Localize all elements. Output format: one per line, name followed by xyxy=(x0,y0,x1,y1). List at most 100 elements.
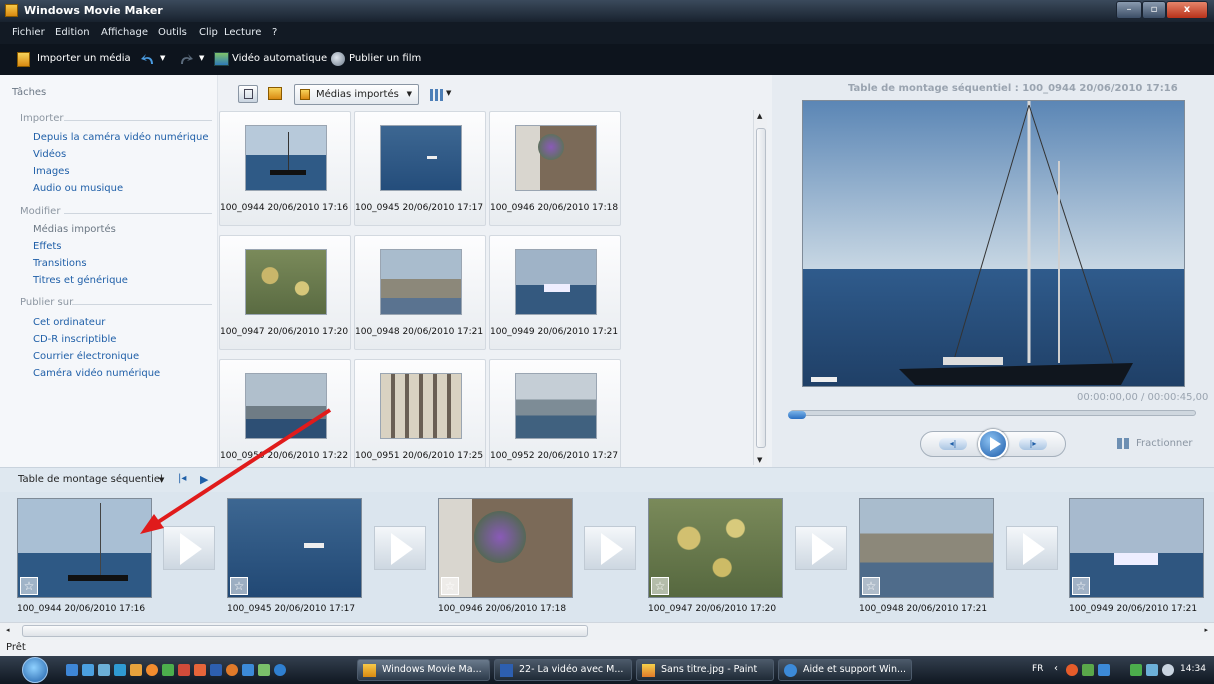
start-button[interactable] xyxy=(22,657,48,683)
redo-dropdown-icon[interactable]: ▼ xyxy=(199,54,204,62)
menu-clip[interactable]: Clip xyxy=(199,27,218,38)
scrollbar-thumb[interactable] xyxy=(22,625,588,637)
maximize-button[interactable]: ▫ xyxy=(1142,1,1166,19)
tray-icon[interactable] xyxy=(1130,664,1142,676)
tray-icon[interactable] xyxy=(1098,664,1110,676)
clock[interactable]: 14:34 xyxy=(1180,664,1206,674)
network-icon[interactable] xyxy=(1146,664,1158,676)
media-tile[interactable]: 100_0946 20/06/2010 17:18 xyxy=(489,111,621,226)
undo-dropdown-icon[interactable]: ▼ xyxy=(160,54,165,62)
quicklaunch-icon[interactable] xyxy=(82,664,94,676)
transition-slot[interactable] xyxy=(1006,526,1058,570)
link-import-camera[interactable]: Depuis la caméra vidéo numérique xyxy=(33,132,209,143)
link-dv-camera[interactable]: Caméra vidéo numérique xyxy=(33,368,160,379)
media-tile[interactable]: 100_0952 20/06/2010 17:27 xyxy=(489,359,621,474)
quicklaunch-icon[interactable] xyxy=(258,664,270,676)
transition-arrow-icon xyxy=(1023,533,1045,565)
transition-slot[interactable] xyxy=(374,526,426,570)
menu-lecture[interactable]: Lecture xyxy=(224,27,261,38)
previous-frame-button[interactable]: ◂| xyxy=(939,438,967,450)
tray-expand-icon[interactable]: ‹ xyxy=(1054,663,1058,674)
link-import-audio[interactable]: Audio ou musique xyxy=(33,183,123,194)
play-button[interactable] xyxy=(978,429,1008,459)
quicklaunch-icon[interactable] xyxy=(66,664,78,676)
tasks-toggle-button[interactable] xyxy=(238,85,258,103)
view-dropdown-icon[interactable]: ▼ xyxy=(446,89,451,97)
taskbar-item-help[interactable]: Aide et support Win... xyxy=(778,659,912,681)
collection-scrollbar[interactable]: ▲ ▼ xyxy=(753,110,767,465)
quicklaunch-icon[interactable] xyxy=(146,664,158,676)
redo-icon[interactable] xyxy=(178,52,194,66)
preview-monitor xyxy=(802,100,1185,387)
split-button[interactable]: Fractionner xyxy=(1136,438,1193,449)
media-tile[interactable]: 100_0947 20/06/2010 17:20 xyxy=(219,235,351,350)
link-imported-media[interactable]: Médias importés xyxy=(33,224,116,235)
quicklaunch-icon[interactable] xyxy=(226,664,238,676)
link-effects[interactable]: Effets xyxy=(33,241,62,252)
storyboard-clip[interactable]: ☆ xyxy=(438,498,573,598)
menu-affichage[interactable]: Affichage xyxy=(101,27,148,38)
quicklaunch-icon[interactable] xyxy=(274,664,286,676)
minimize-button[interactable]: – xyxy=(1116,1,1142,19)
quicklaunch-icon[interactable] xyxy=(210,664,222,676)
undo-icon[interactable] xyxy=(140,52,156,66)
timecode: 00:00:00,00 / 00:00:45,00 xyxy=(1077,392,1209,403)
quicklaunch-icon[interactable] xyxy=(194,664,206,676)
transition-slot[interactable] xyxy=(795,526,847,570)
star-icon: ☆ xyxy=(20,577,38,595)
quicklaunch-icon[interactable] xyxy=(98,664,110,676)
quicklaunch-icon[interactable] xyxy=(178,664,190,676)
media-tile[interactable]: 100_0951 20/06/2010 17:25 xyxy=(354,359,486,474)
storyboard-caption: 100_0946 20/06/2010 17:18 xyxy=(438,604,567,614)
media-tile[interactable]: 100_0944 20/06/2010 17:16 xyxy=(219,111,351,226)
import-media-button[interactable]: Importer un média xyxy=(37,53,131,64)
view-options-icon[interactable] xyxy=(430,89,444,101)
seek-thumb[interactable] xyxy=(788,411,806,419)
menu-fichier[interactable]: Fichier xyxy=(12,27,45,38)
menu-outils[interactable]: Outils xyxy=(158,27,187,38)
scroll-left-icon[interactable]: ◂ xyxy=(6,626,10,634)
storyboard-clip[interactable]: ☆ xyxy=(859,498,994,598)
scroll-right-icon[interactable]: ▸ xyxy=(1204,626,1208,634)
menu-edition[interactable]: Edition xyxy=(55,27,90,38)
link-email[interactable]: Courrier électronique xyxy=(33,351,139,362)
publish-movie-button[interactable]: Publier un film xyxy=(349,53,421,64)
close-button[interactable]: x xyxy=(1166,1,1208,19)
folder-up-icon[interactable] xyxy=(268,87,282,100)
volume-icon[interactable] xyxy=(1162,664,1174,676)
link-this-computer[interactable]: Cet ordinateur xyxy=(33,317,105,328)
tray-icon[interactable] xyxy=(1066,664,1078,676)
link-import-images[interactable]: Images xyxy=(33,166,70,177)
scrollbar-thumb[interactable] xyxy=(756,128,766,448)
auto-video-button[interactable]: Vidéo automatique xyxy=(232,53,327,64)
transition-slot[interactable] xyxy=(584,526,636,570)
next-frame-button[interactable]: |▸ xyxy=(1019,438,1047,450)
storyboard-clip[interactable]: ☆ xyxy=(648,498,783,598)
link-import-videos[interactable]: Vidéos xyxy=(33,149,66,160)
scroll-down-icon[interactable]: ▼ xyxy=(757,456,762,464)
thumbnail-flowers xyxy=(515,125,597,191)
quicklaunch-icon[interactable] xyxy=(242,664,254,676)
storyboard-clip[interactable]: ☆ xyxy=(1069,498,1204,598)
scroll-up-icon[interactable]: ▲ xyxy=(757,112,762,120)
link-cdr[interactable]: CD-R inscriptible xyxy=(33,334,116,345)
storyboard-scrollbar[interactable]: ◂ ▸ xyxy=(0,622,1214,640)
quicklaunch-icon[interactable] xyxy=(114,664,126,676)
media-tile[interactable]: 100_0948 20/06/2010 17:21 xyxy=(354,235,486,350)
tray-icon[interactable] xyxy=(1082,664,1094,676)
menu-help[interactable]: ? xyxy=(272,27,277,38)
media-tile[interactable]: 100_0945 20/06/2010 17:17 xyxy=(354,111,486,226)
taskbar-item-paint[interactable]: Sans titre.jpg - Paint xyxy=(636,659,774,681)
link-titles-credits[interactable]: Titres et générique xyxy=(33,275,128,286)
seek-bar[interactable] xyxy=(790,410,1196,416)
link-transitions[interactable]: Transitions xyxy=(33,258,87,269)
taskbar-item-movie-maker[interactable]: Windows Movie Ma... xyxy=(357,659,490,681)
section-edit-title: Modifier xyxy=(20,206,61,217)
chevron-down-icon: ▼ xyxy=(406,90,412,98)
quicklaunch-icon[interactable] xyxy=(162,664,174,676)
collection-dropdown[interactable]: Médias importés ▼ xyxy=(294,84,419,105)
media-tile[interactable]: 100_0949 20/06/2010 17:21 xyxy=(489,235,621,350)
language-indicator[interactable]: FR xyxy=(1032,664,1043,674)
taskbar-item-word[interactable]: 22- La vidéo avec M... xyxy=(494,659,632,681)
quicklaunch-icon[interactable] xyxy=(130,664,142,676)
